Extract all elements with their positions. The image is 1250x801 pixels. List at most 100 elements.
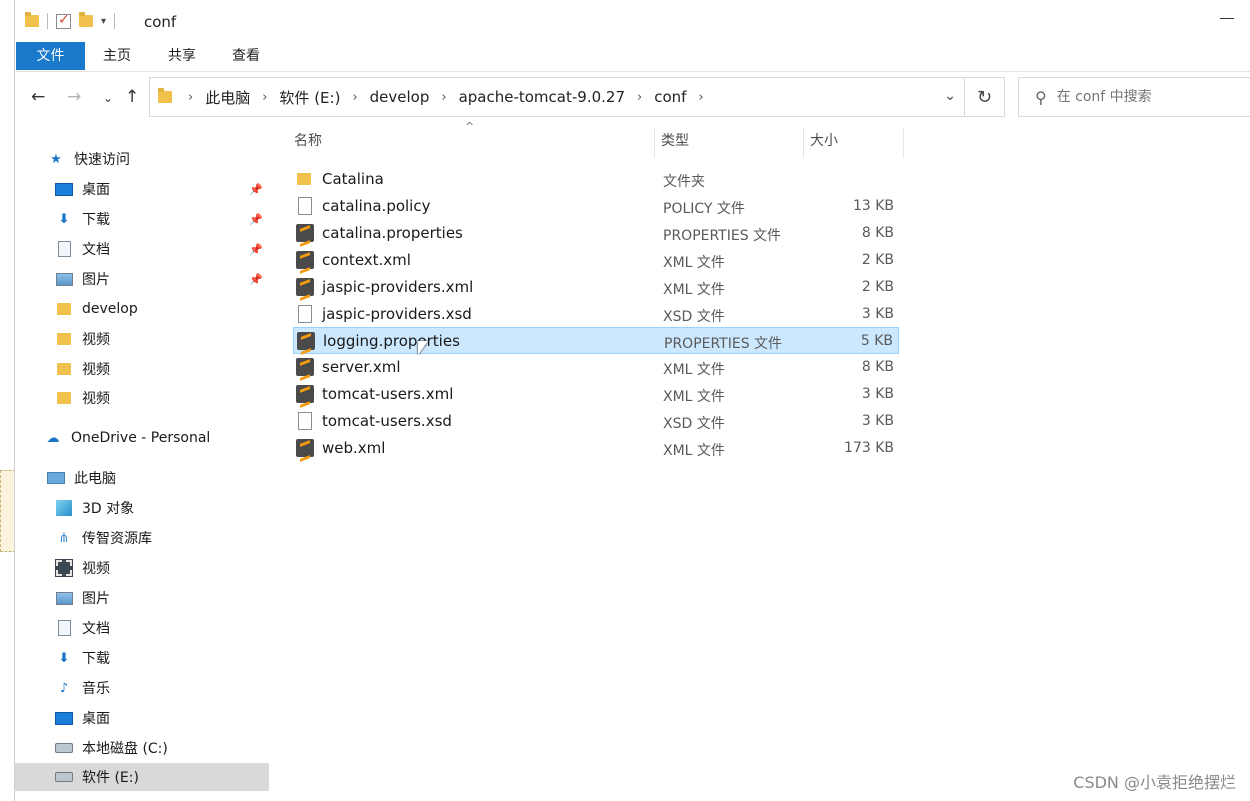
new-folder-icon[interactable] — [79, 12, 93, 27]
breadcrumb-tomcat[interactable]: apache-tomcat-9.0.27 — [459, 88, 625, 106]
nav-item-desktop[interactable]: 桌面 📌 — [15, 175, 269, 203]
address-dropdown-chevron-icon[interactable]: ⌄ — [944, 88, 956, 104]
tab-view[interactable]: 查看 — [222, 42, 270, 70]
nav-label: 3D 对象 — [82, 501, 135, 517]
sublime-text-icon — [296, 385, 314, 404]
nav-item-video[interactable]: 视频 — [15, 384, 269, 412]
file-name: tomcat-users.xsd — [322, 412, 452, 431]
folder-icon — [296, 170, 314, 188]
nav-label: 快速访问 — [74, 152, 130, 168]
file-row[interactable]: jaspic-providers.xsd XSD 文件 3 KB — [293, 301, 899, 328]
breadcrumb-this-pc[interactable]: 此电脑 — [205, 87, 250, 108]
file-name: server.xml — [322, 358, 401, 377]
nav-item-video[interactable]: 视频 — [15, 325, 269, 353]
nav-item-documents[interactable]: 文档 — [15, 614, 269, 642]
file-row[interactable]: logging.properties PROPERTIES 文件 5 KB — [293, 327, 899, 355]
nav-label: 视频 — [82, 561, 110, 577]
breadcrumb-conf[interactable]: conf — [654, 88, 686, 106]
chevron-right-icon[interactable]: › — [698, 90, 703, 105]
file-row[interactable]: Catalina 文件夹 — [293, 166, 899, 193]
pin-icon[interactable]: 📌 — [249, 213, 263, 226]
address-bar[interactable]: › 此电脑 › 软件 (E:) › develop › apache-tomca… — [149, 77, 965, 117]
tab-file[interactable]: 文件 — [16, 42, 85, 70]
properties-check-icon[interactable] — [56, 12, 71, 29]
nav-item-drive-e[interactable]: 软件 (E:) — [15, 763, 269, 791]
pin-icon[interactable]: 📌 — [249, 243, 263, 256]
file-row[interactable]: context.xml XML 文件 2 KB — [293, 247, 899, 274]
pin-icon[interactable]: 📌 — [249, 183, 263, 196]
search-icon: ⚲ — [1035, 87, 1047, 107]
refresh-button[interactable]: ↻ — [965, 77, 1005, 117]
file-size: 173 KB — [844, 440, 894, 456]
nav-onedrive[interactable]: ☁ OneDrive - Personal — [15, 424, 269, 452]
file-name: Catalina — [322, 170, 384, 188]
nav-quick-access[interactable]: ★ 快速访问 — [15, 145, 269, 173]
sublime-text-icon — [296, 250, 314, 269]
file-explorer-window: ▾ conf 文件 主页 共享 查看 ← → ⌄ ↑ › 此电脑 › 软件 (E… — [14, 0, 1250, 801]
up-arrow-icon[interactable]: ↑ — [125, 87, 139, 107]
back-arrow-icon[interactable]: ← — [31, 87, 45, 107]
folder-icon[interactable] — [25, 12, 39, 27]
nav-item-downloads[interactable]: ⬇ 下载 📌 — [15, 205, 269, 233]
nav-item-develop[interactable]: develop — [15, 295, 269, 323]
chevron-right-icon[interactable]: › — [188, 90, 193, 105]
search-input[interactable] — [1056, 89, 1247, 105]
minimize-button[interactable] — [1220, 18, 1234, 19]
file-name: jaspic-providers.xml — [322, 277, 474, 296]
file-row[interactable]: tomcat-users.xsd XSD 文件 3 KB — [293, 408, 899, 435]
file-icon — [298, 196, 312, 215]
sublime-text-icon — [296, 277, 314, 296]
customize-toolbar-dropdown-icon[interactable]: ▾ — [101, 16, 106, 27]
nav-item-documents[interactable]: 文档 📌 — [15, 235, 269, 263]
nav-item-videos[interactable]: 视频 — [15, 554, 269, 582]
breadcrumb-drive-e[interactable]: 软件 (E:) — [279, 87, 340, 108]
pin-icon[interactable]: 📌 — [249, 273, 263, 286]
chevron-right-icon[interactable]: › — [262, 90, 267, 105]
file-size: 3 KB — [861, 386, 894, 403]
column-divider[interactable] — [903, 128, 904, 158]
nav-item-3d-objects[interactable]: 3D 对象 — [15, 494, 269, 522]
file-name: tomcat-users.xml — [322, 385, 454, 404]
file-row[interactable]: server.xml XML 文件 8 KB — [293, 354, 899, 381]
nav-item-downloads[interactable]: ⬇ 下载 — [15, 644, 269, 672]
tab-share[interactable]: 共享 — [158, 42, 206, 70]
nav-item-video[interactable]: 视频 — [15, 355, 269, 383]
column-divider[interactable] — [654, 128, 655, 158]
breadcrumb-develop[interactable]: develop — [370, 88, 430, 106]
nav-item-music[interactable]: ♪ 音乐 — [15, 674, 269, 702]
nav-label: 本地磁盘 (C:) — [82, 741, 168, 757]
recent-locations-chevron-icon[interactable]: ⌄ — [103, 91, 113, 105]
column-header-name[interactable]: 名称 — [294, 126, 322, 156]
sublime-text-icon — [296, 358, 314, 377]
cloud-icon: ☁ — [46, 430, 60, 446]
nav-this-pc[interactable]: 此电脑 — [15, 464, 269, 492]
folder-icon — [57, 303, 71, 315]
sublime-text-icon — [296, 439, 314, 457]
file-row[interactable]: catalina.policy POLICY 文件 13 KB — [293, 193, 899, 220]
file-row[interactable]: tomcat-users.xml XML 文件 3 KB — [293, 381, 899, 408]
chevron-right-icon[interactable]: › — [637, 90, 642, 105]
file-row[interactable]: web.xml XML 文件 173 KB — [293, 435, 899, 462]
chevron-right-icon[interactable]: › — [352, 90, 357, 105]
file-size: 2 KB — [861, 251, 894, 268]
file-row[interactable]: catalina.properties PROPERTIES 文件 8 KB — [293, 220, 899, 247]
drive-icon — [55, 743, 73, 753]
nav-item-desktop[interactable]: 桌面 — [15, 704, 269, 732]
chevron-right-icon[interactable]: › — [441, 90, 446, 105]
forward-arrow-icon[interactable]: → — [67, 87, 81, 107]
nav-label: 视频 — [82, 332, 110, 348]
navigation-pane: ★ 快速访问 桌面 📌 ⬇ 下载 📌 文档 📌 图片 📌 develop 视频 … — [15, 126, 269, 801]
column-header-type[interactable]: 类型 — [661, 126, 689, 156]
nav-item-resource-library[interactable]: ⋔ 传智资源库 — [15, 524, 269, 552]
column-header-size[interactable]: 大小 — [810, 126, 838, 156]
search-box[interactable]: ⚲ — [1018, 77, 1250, 117]
nav-item-pictures[interactable]: 图片 — [15, 584, 269, 612]
file-row[interactable]: jaspic-providers.xml XML 文件 2 KB — [293, 274, 899, 301]
nav-label: 下载 — [82, 212, 110, 228]
quick-access-toolbar: ▾ — [25, 12, 116, 29]
column-divider[interactable] — [803, 128, 804, 158]
nav-item-pictures[interactable]: 图片 📌 — [15, 265, 269, 293]
nav-item-drive-c[interactable]: 本地磁盘 (C:) — [15, 734, 269, 762]
tab-home[interactable]: 主页 — [93, 42, 141, 70]
file-size: 3 KB — [861, 413, 894, 430]
